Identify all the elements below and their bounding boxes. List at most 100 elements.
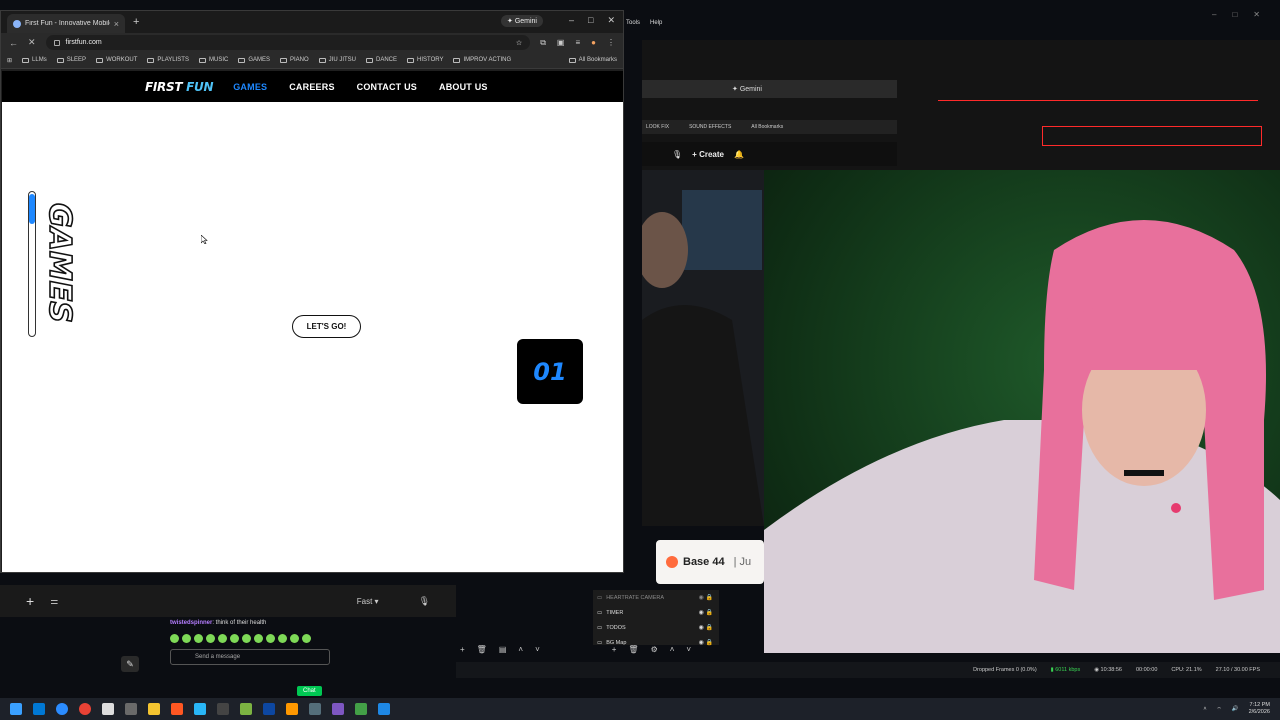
add-attachment-icon[interactable]: + bbox=[26, 593, 34, 609]
close-window-icon[interactable]: ✕ bbox=[1253, 10, 1260, 19]
bookmark-folder[interactable]: GAMES bbox=[238, 57, 270, 63]
chat-input[interactable]: Send a message bbox=[170, 649, 330, 665]
bookmark-folder[interactable]: DANCE bbox=[366, 57, 397, 63]
emote-icon[interactable] bbox=[290, 634, 299, 643]
bookmark-folder[interactable]: HISTORY bbox=[407, 57, 443, 63]
source-up-icon[interactable]: ˄ bbox=[670, 645, 675, 659]
close-tab-icon[interactable]: × bbox=[114, 19, 119, 29]
chrome-icon[interactable] bbox=[79, 703, 91, 715]
bookmark-folder[interactable]: WORKOUT bbox=[96, 57, 137, 63]
bookmark-folder[interactable]: IMPROV ACTING bbox=[453, 57, 511, 63]
bookmark-folder[interactable]: PIANO bbox=[280, 57, 309, 63]
remove-source-icon[interactable]: 🗑 bbox=[628, 645, 638, 659]
emote-icon[interactable] bbox=[254, 634, 263, 643]
bookmark-folder[interactable]: JIU JITSU bbox=[318, 57, 356, 63]
emote-icon[interactable] bbox=[242, 634, 251, 643]
remove-icon[interactable]: 🗑 bbox=[477, 645, 487, 659]
file-icon[interactable] bbox=[102, 703, 114, 715]
app-icon[interactable] bbox=[309, 703, 321, 715]
menu-icon[interactable]: ⋮ bbox=[607, 38, 615, 48]
move-up-icon[interactable]: ˄ bbox=[518, 645, 523, 659]
bookmark-folder[interactable]: SLEEP bbox=[56, 57, 86, 63]
bookmark-folder[interactable]: LLMs bbox=[22, 57, 47, 63]
source-down-icon[interactable]: ˅ bbox=[686, 645, 691, 659]
menu-help[interactable]: Help bbox=[650, 20, 662, 26]
source-row[interactable]: ▭ TODOS ◉ 🔒 bbox=[593, 620, 719, 635]
emote-icon[interactable] bbox=[278, 634, 287, 643]
photoshop-icon[interactable] bbox=[263, 703, 275, 715]
edge-icon[interactable] bbox=[56, 703, 68, 715]
browser-tab-active[interactable]: First Fun - Innovative Mobile G... × bbox=[7, 14, 125, 33]
start-menu-icon[interactable] bbox=[10, 703, 22, 715]
apps-icon[interactable]: ⊞ bbox=[7, 57, 12, 64]
filter-icon[interactable]: ▤ bbox=[499, 645, 507, 659]
app-icon[interactable] bbox=[33, 703, 45, 715]
tray-chevron-icon[interactable]: ˄ bbox=[1203, 706, 1206, 712]
app-icon[interactable] bbox=[378, 703, 390, 715]
tune-icon[interactable]: ⚌ bbox=[50, 596, 58, 607]
chat-send-button[interactable]: Chat bbox=[297, 686, 322, 696]
bookmark-folder[interactable]: MUSIC bbox=[198, 57, 228, 63]
emote-icon[interactable] bbox=[170, 634, 179, 643]
app-icon[interactable] bbox=[355, 703, 367, 715]
visibility-eye-icon[interactable]: ◉ 🔒 bbox=[699, 624, 713, 631]
bookmark-star-icon[interactable]: ☆ bbox=[516, 39, 522, 47]
sidepanel-icon[interactable]: ▣ bbox=[557, 38, 565, 48]
new-tab-button[interactable]: + bbox=[133, 16, 139, 28]
chat-username[interactable]: twistedspinner bbox=[170, 620, 212, 626]
gemini-button[interactable]: ✦ Gemini bbox=[501, 15, 543, 27]
lets-go-button[interactable]: LET'S GO! bbox=[292, 315, 361, 338]
app-icon[interactable] bbox=[171, 703, 183, 715]
menu-tools[interactable]: Tools bbox=[626, 20, 640, 26]
app-icon[interactable] bbox=[332, 703, 344, 715]
network-icon[interactable]: ⌔ bbox=[1217, 706, 1222, 713]
site-logo[interactable]: FIRST FUN bbox=[145, 80, 214, 94]
close-window-icon[interactable]: ✕ bbox=[607, 15, 615, 26]
nav-careers[interactable]: CAREERS bbox=[289, 82, 334, 92]
visibility-eye-icon[interactable]: ◉ 🔒 bbox=[699, 594, 713, 601]
app-icon[interactable] bbox=[240, 703, 252, 715]
maximize-icon[interactable]: □ bbox=[1232, 10, 1237, 19]
minimize-icon[interactable]: – bbox=[1212, 10, 1216, 19]
profile-icon[interactable]: ● bbox=[591, 38, 596, 48]
extensions-icon[interactable]: ⧉ bbox=[540, 38, 546, 48]
visibility-eye-icon[interactable]: ◉ 🔒 bbox=[699, 609, 713, 616]
all-bookmarks[interactable]: All Bookmarks bbox=[568, 57, 617, 63]
notes-icon[interactable] bbox=[194, 703, 206, 715]
nav-about-us[interactable]: ABOUT US bbox=[439, 82, 488, 92]
move-down-icon[interactable]: ˅ bbox=[535, 645, 540, 659]
nav-games[interactable]: GAMES bbox=[233, 82, 267, 92]
source-row[interactable]: ▭ TIMER ◉ 🔒 bbox=[593, 605, 719, 620]
site-info-icon[interactable] bbox=[53, 39, 60, 46]
url-field[interactable]: firstfun.com ☆ bbox=[45, 35, 531, 50]
back-icon[interactable]: ← bbox=[9, 38, 18, 48]
add-scene-icon[interactable]: + bbox=[460, 645, 465, 659]
volume-icon[interactable]: 🔊 bbox=[1232, 706, 1239, 712]
emote-icon[interactable] bbox=[206, 634, 215, 643]
maximize-icon[interactable]: □ bbox=[588, 15, 593, 26]
emote-icon[interactable] bbox=[218, 634, 227, 643]
emote-icon[interactable] bbox=[230, 634, 239, 643]
search-icon[interactable] bbox=[125, 703, 137, 715]
reading-list-icon[interactable]: ≡ bbox=[575, 38, 580, 48]
settings-gear-icon[interactable]: ⚙ bbox=[651, 645, 658, 659]
edit-pencil-icon[interactable]: ✎ bbox=[121, 656, 139, 672]
reload-icon[interactable]: ✕ bbox=[28, 37, 36, 48]
section-scroll-thumb[interactable] bbox=[29, 194, 35, 224]
minimize-icon[interactable]: – bbox=[569, 15, 574, 26]
section-scroll-indicator[interactable] bbox=[28, 191, 36, 337]
emote-icon[interactable] bbox=[182, 634, 191, 643]
app-icon[interactable] bbox=[286, 703, 298, 715]
emote-icon[interactable] bbox=[194, 634, 203, 643]
add-source-icon[interactable]: + bbox=[612, 645, 617, 659]
microphone-icon[interactable]: 🎙 bbox=[419, 596, 430, 607]
emote-icon[interactable] bbox=[302, 634, 311, 643]
bookmark-folder[interactable]: PLAYLISTS bbox=[147, 57, 189, 63]
emote-icon[interactable] bbox=[266, 634, 275, 643]
folder-icon[interactable] bbox=[148, 703, 160, 715]
mode-selector[interactable]: Fast ▾ bbox=[357, 597, 379, 606]
obs-icon[interactable] bbox=[217, 703, 229, 715]
nav-contact-us[interactable]: CONTACT US bbox=[357, 82, 417, 92]
source-row[interactable]: ▭ HEARTRATE CAMERA ◉ 🔒 bbox=[593, 590, 719, 605]
taskbar-clock[interactable]: 7:12 PM 2/6/2026 bbox=[1249, 702, 1270, 716]
